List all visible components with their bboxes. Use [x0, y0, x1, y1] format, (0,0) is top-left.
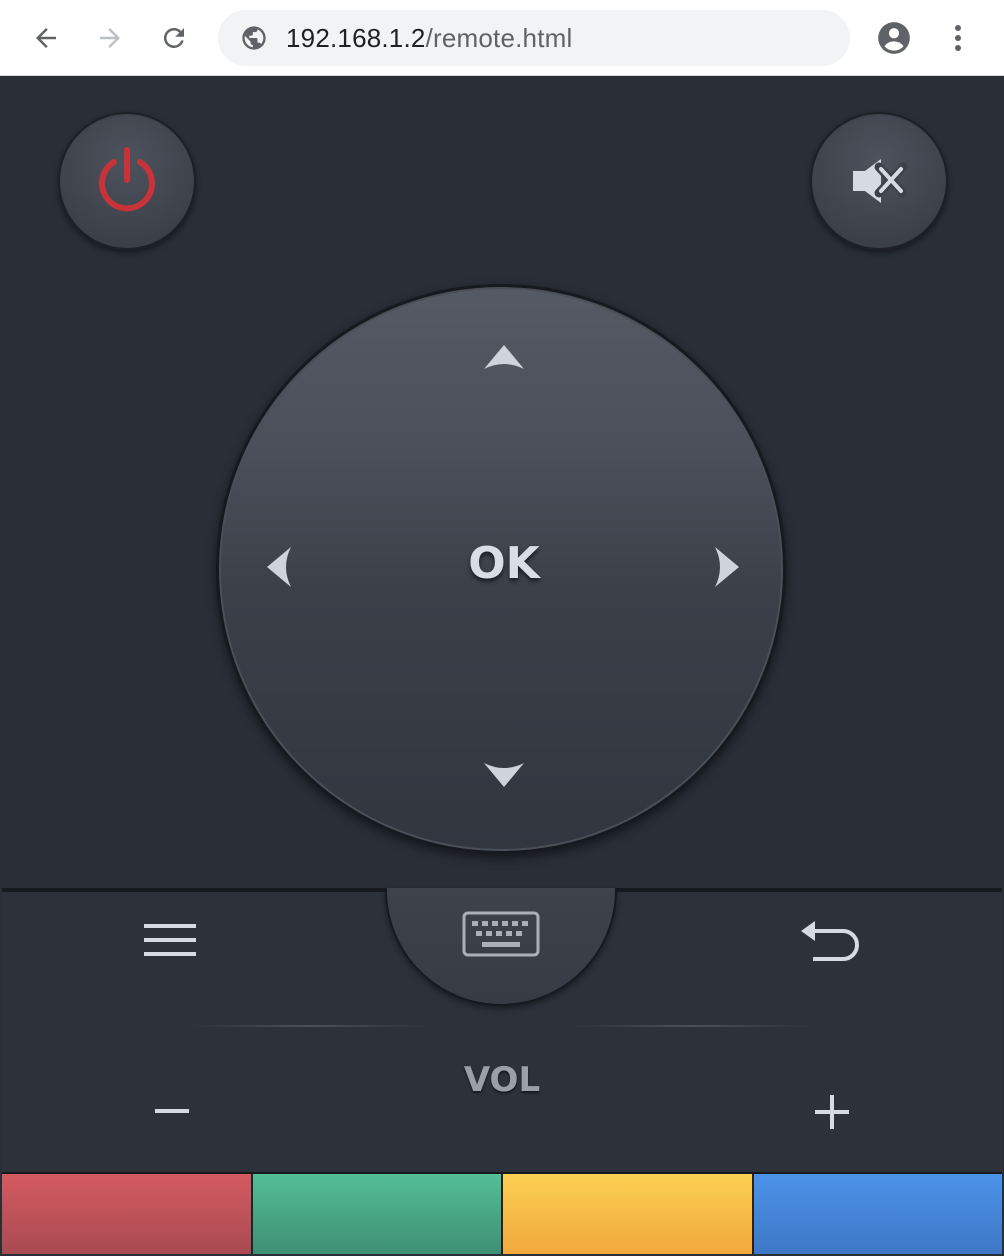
reload-button[interactable]	[150, 14, 198, 62]
color-buttons	[2, 1172, 1002, 1254]
dpad: OK	[216, 284, 786, 854]
mute-icon	[853, 159, 907, 203]
forward-button[interactable]	[86, 14, 134, 62]
red-button[interactable]	[2, 1174, 251, 1254]
back-button[interactable]	[22, 14, 70, 62]
blue-button[interactable]	[751, 1174, 1002, 1254]
return-button[interactable]	[790, 910, 870, 970]
reload-icon	[163, 27, 184, 48]
remote-control: OK VOL	[2, 76, 1002, 1256]
keyboard-icon	[462, 911, 540, 957]
more-vert-icon	[955, 25, 961, 51]
ok-button[interactable]: OK	[454, 533, 554, 593]
keyboard-button[interactable]	[385, 888, 617, 1006]
power-button[interactable]	[58, 112, 196, 250]
url-text[interactable]: 192.168.1.2/remote.html	[286, 23, 572, 53]
arrow-left-icon	[267, 547, 291, 587]
power-icon	[99, 147, 155, 212]
account-circle-icon	[878, 22, 910, 54]
profile-button[interactable]	[870, 14, 918, 62]
browser-menu-button[interactable]	[934, 14, 982, 62]
address-bar[interactable]: 192.168.1.2/remote.html	[218, 10, 850, 66]
globe-icon[interactable]	[240, 24, 268, 52]
arrow-down-icon	[484, 763, 524, 787]
minus-icon	[155, 1109, 189, 1113]
dpad-up-button[interactable]	[474, 337, 534, 377]
yellow-button[interactable]	[501, 1174, 752, 1254]
plus-icon	[815, 1095, 849, 1129]
lower-panel: VOL	[2, 888, 1002, 1174]
volume-down-button[interactable]	[142, 1082, 202, 1142]
menu-icon	[144, 924, 196, 956]
volume-up-button[interactable]	[802, 1082, 862, 1142]
browser-toolbar: 192.168.1.2/remote.html	[0, 0, 1004, 76]
dpad-right-button[interactable]	[707, 537, 747, 597]
volume-label: VOL	[463, 1060, 541, 1100]
divider-left	[190, 1025, 430, 1027]
arrow-right-icon	[715, 547, 739, 587]
forward-arrow-icon	[100, 28, 120, 48]
back-arrow-icon	[36, 28, 56, 48]
arrow-up-icon	[484, 345, 524, 369]
dpad-down-button[interactable]	[474, 755, 534, 795]
divider-right	[572, 1025, 812, 1027]
url-host: 192.168.1.2	[286, 23, 426, 53]
green-button[interactable]	[250, 1174, 501, 1254]
mute-button[interactable]	[810, 112, 948, 250]
return-icon	[801, 921, 859, 961]
menu-button[interactable]	[130, 910, 210, 970]
url-path: /remote.html	[425, 23, 573, 53]
dpad-left-button[interactable]	[259, 537, 299, 597]
